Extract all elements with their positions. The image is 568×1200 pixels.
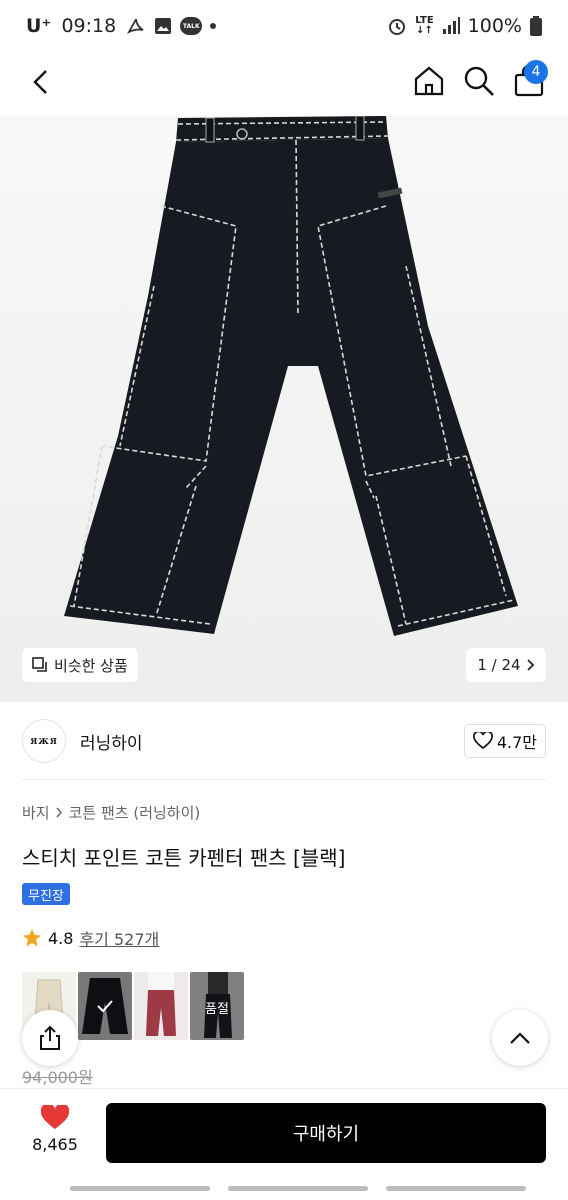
scroll-top-button[interactable]	[492, 1010, 548, 1066]
product-image	[64, 116, 518, 636]
brand-row: ЯЖЯ 러닝하이 4.7만	[22, 716, 546, 766]
image-page-indicator[interactable]: 1 / 24	[466, 648, 546, 682]
selected-overlay	[78, 972, 132, 1040]
nav-back-bar[interactable]	[386, 1186, 526, 1191]
nav-recent-bar[interactable]	[70, 1186, 210, 1191]
wishlist-count: 8,465	[32, 1135, 78, 1154]
dot-icon	[210, 23, 217, 29]
back-button[interactable]	[24, 66, 56, 98]
talk-icon: TALK	[180, 17, 203, 35]
chevron-up-icon	[510, 1032, 530, 1044]
thumbnail-image	[146, 972, 176, 1036]
original-price: 94,000원	[22, 1068, 93, 1087]
system-nav-bar	[0, 1176, 568, 1200]
clock: 09:18	[61, 15, 117, 37]
breadcrumb-subcategory[interactable]: 코튼 팬츠 (러닝하이)	[69, 802, 201, 823]
star-icon	[23, 929, 41, 947]
lte-indicator: LTE ↓↑	[415, 15, 434, 36]
signal-icon	[442, 17, 460, 34]
bottom-action-bar: 8,465 구매하기	[0, 1088, 568, 1176]
gallery-icon	[155, 18, 172, 34]
brand-like-count: 4.7만	[496, 733, 537, 752]
image-page-label: 1 / 24	[477, 656, 521, 674]
color-option-navy[interactable]: 품절	[190, 972, 244, 1040]
breadcrumb-category[interactable]: 바지	[22, 802, 50, 823]
share-icon	[40, 1025, 60, 1050]
soldout-overlay: 품절	[190, 972, 244, 1040]
nav-home-bar[interactable]	[228, 1186, 368, 1191]
similar-products-label: 비슷한 상품	[54, 656, 128, 675]
soldout-label: 품절	[205, 1002, 229, 1017]
search-button[interactable]	[462, 64, 496, 98]
brand-logo[interactable]: ЯЖЯ	[22, 719, 66, 763]
rating-value: 4.8	[48, 928, 74, 948]
pdf-icon	[127, 18, 144, 35]
chevron-left-icon	[33, 70, 47, 94]
copy-icon	[32, 657, 47, 672]
product-image-carousel[interactable]: 비슷한 상품 1 / 24	[0, 116, 568, 702]
chevron-right-icon	[526, 659, 534, 671]
reviews-link[interactable]: 후기 527개	[79, 926, 159, 950]
share-button[interactable]	[22, 1010, 78, 1066]
brand-like-button[interactable]: 4.7만	[463, 724, 546, 758]
status-bar: U⁺ 09:18 TALK LTE ↓↑ 100%	[0, 0, 568, 52]
heart-outline-icon	[472, 732, 493, 750]
color-option-black[interactable]	[78, 972, 132, 1040]
home-button[interactable]	[412, 64, 446, 98]
buy-button[interactable]: 구매하기	[106, 1103, 546, 1163]
similar-products-button[interactable]: 비슷한 상품	[22, 648, 138, 682]
search-icon	[464, 66, 494, 96]
battery-icon	[530, 16, 542, 36]
checkmark-icon	[97, 1000, 113, 1013]
cart-count-badge: 4	[524, 60, 548, 84]
battery-label: 100%	[467, 15, 522, 37]
rating-row: 4.8 후기 527개	[22, 926, 159, 950]
heart-icon	[40, 1105, 70, 1129]
divider	[22, 779, 546, 780]
store-tag-badge: 무진장	[22, 883, 70, 905]
carrier-label: U⁺	[26, 15, 52, 37]
home-icon	[414, 66, 444, 96]
wishlist-button[interactable]: 8,465	[24, 1105, 86, 1154]
alarm-icon	[389, 19, 406, 35]
chevron-right-icon	[56, 807, 62, 818]
product-title: 스티치 포인트 코튼 카펜터 팬츠 [블랙]	[22, 846, 346, 870]
brand-name[interactable]: 러닝하이	[80, 729, 143, 754]
color-option-red[interactable]	[134, 972, 188, 1040]
breadcrumb: 바지 코튼 팬츠 (러닝하이)	[22, 802, 200, 823]
top-nav	[0, 52, 568, 112]
